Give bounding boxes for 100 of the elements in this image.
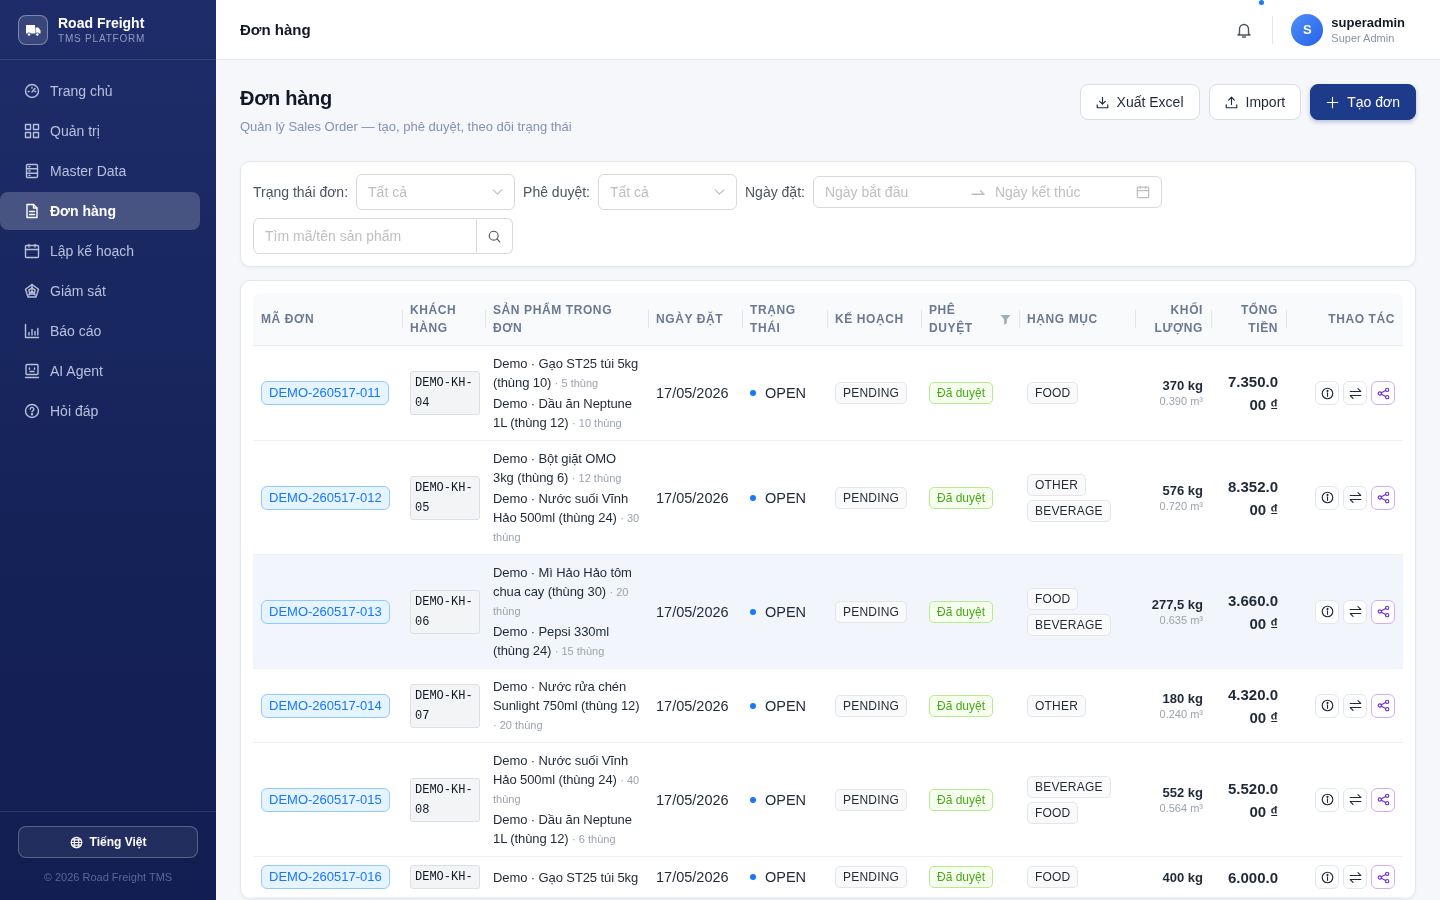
filter-label: Ngày đặt:: [745, 184, 805, 200]
customer-code: DEMO-KH-: [410, 865, 480, 889]
end-date-field[interactable]: Ngày kết thúc: [994, 184, 1136, 200]
approval-tag: Đã duyệt: [929, 866, 994, 888]
share-button[interactable]: [1371, 693, 1395, 718]
plan-tag: PENDING: [835, 866, 908, 888]
category-tag: BEVERAGE: [1027, 613, 1111, 636]
share-button[interactable]: [1371, 485, 1395, 510]
info-button[interactable]: [1315, 381, 1339, 405]
nav-item[interactable]: Giám sát: [0, 272, 200, 310]
search-button[interactable]: [477, 218, 513, 254]
column-header: PHÊ DUYỆT: [929, 301, 974, 337]
export-button[interactable]: Xuất Excel: [1079, 84, 1200, 120]
start-date-field[interactable]: Ngày bắt đầu: [824, 184, 959, 200]
weight-text: 370 kg: [1162, 377, 1203, 394]
swap-icon: [1348, 793, 1362, 806]
swap-icon: [1348, 699, 1362, 712]
server-icon: [24, 163, 40, 179]
volume-text: 0.564 m³: [1159, 800, 1203, 816]
user-avatar[interactable]: S: [1291, 13, 1324, 46]
upload-icon: [1224, 95, 1238, 109]
swap-button[interactable]: [1343, 485, 1367, 510]
order-id-tag[interactable]: DEMO-260517-011: [261, 381, 389, 405]
nav-item[interactable]: AI Agent: [0, 352, 200, 390]
calendar-icon: [1135, 185, 1150, 199]
column-header: KẾ HOẠCH: [835, 310, 904, 328]
info-button[interactable]: [1315, 865, 1339, 889]
weight-text: 277,5 kg: [1151, 595, 1203, 613]
total-amount: 7.350.000 ₫: [1226, 372, 1278, 415]
category-tag: OTHER: [1027, 694, 1086, 717]
swap-button[interactable]: [1343, 865, 1367, 889]
order-date: 17/05/2026: [656, 603, 729, 620]
status-dot-icon: [750, 390, 756, 396]
page-subtitle: Quản lý Sales Order — tạo, phê duyệt, theo dõi trạng thái: [240, 118, 572, 136]
share-button[interactable]: [1371, 787, 1395, 812]
order-id-tag[interactable]: DEMO-260517-016: [261, 865, 390, 889]
info-icon: [1320, 699, 1334, 712]
swap-icon: [1348, 605, 1362, 618]
nav-item[interactable]: Quản trị: [0, 112, 200, 150]
user-name: superadmin: [1331, 14, 1405, 31]
total-amount: 5.520.000 ₫: [1226, 778, 1278, 822]
product-line: Demo · Mì Hảo Hảo tôm chua cay (thùng 30) · 20 thùng: [493, 564, 633, 619]
order-id-tag[interactable]: DEMO-260517-015: [261, 787, 390, 812]
category-tag: BEVERAGE: [1027, 775, 1111, 798]
info-button[interactable]: [1315, 599, 1339, 624]
plan-tag: PENDING: [835, 382, 908, 404]
order-date: 17/05/2026: [656, 385, 729, 401]
create-button[interactable]: Tạo đơn: [1310, 84, 1416, 120]
nav-item[interactable]: Trang chủ: [0, 72, 200, 110]
share-button[interactable]: [1371, 865, 1395, 889]
share-button[interactable]: [1371, 381, 1395, 405]
nav-item[interactable]: Đơn hàng: [0, 192, 200, 230]
gauge-icon: [24, 83, 40, 99]
status-text: OPEN: [765, 791, 807, 808]
nav-item[interactable]: Hỏi đáp: [0, 392, 200, 430]
nav-item[interactable]: Lập kế hoạch: [0, 232, 200, 270]
import-button[interactable]: Import: [1208, 84, 1302, 120]
info-icon: [1320, 870, 1334, 884]
column-header: TRẠNG THÁI: [750, 302, 797, 337]
info-icon: [1320, 386, 1334, 400]
total-amount: 4.320.000 ₫: [1226, 684, 1278, 728]
plus-icon: [1326, 95, 1340, 109]
notification-icon[interactable]: [1236, 21, 1253, 38]
status-dot-icon: [750, 874, 756, 880]
share-button[interactable]: [1371, 599, 1395, 624]
bar-chart-icon: [24, 323, 40, 339]
share-icon: [1376, 491, 1390, 504]
order-id-tag[interactable]: DEMO-260517-012: [261, 485, 390, 510]
category-tag: FOOD: [1027, 587, 1079, 610]
weight-text: 400 kg: [1162, 868, 1203, 886]
swap-button[interactable]: [1343, 599, 1367, 624]
order-id-tag[interactable]: DEMO-260517-013: [261, 599, 390, 624]
info-button[interactable]: [1315, 693, 1339, 718]
info-button[interactable]: [1315, 787, 1339, 812]
search-field[interactable]: Tìm mã/tên sản phẩm: [253, 218, 477, 254]
nav-item[interactable]: Báo cáo: [0, 312, 200, 350]
swap-button[interactable]: [1343, 787, 1367, 812]
swap-button[interactable]: [1343, 693, 1367, 718]
plan-tag: PENDING: [835, 486, 908, 509]
swap-button[interactable]: [1343, 381, 1367, 405]
status-text: OPEN: [765, 869, 807, 885]
customer-code: DEMO-KH-07: [410, 683, 480, 728]
info-icon: [1320, 793, 1334, 806]
total-amount: 3.660.000 ₫: [1226, 590, 1278, 634]
volume-text: 0.390 m³: [1159, 394, 1203, 409]
product-line: Demo · Nước rửa chén Sunlight 750ml (thùng 12) · 20 thùng: [493, 678, 640, 733]
copyright-text: © 2026 Road Freight TMS: [43, 870, 173, 884]
share-icon: [1376, 605, 1390, 618]
grid-icon: [24, 123, 40, 139]
share-icon: [1376, 793, 1390, 806]
order-id-tag[interactable]: DEMO-260517-014: [261, 693, 390, 718]
customer-code: DEMO-KH-05: [410, 475, 480, 520]
language-button[interactable]: Tiếng Việt: [18, 826, 198, 858]
info-button[interactable]: [1315, 485, 1339, 510]
share-icon: [1376, 870, 1390, 884]
truck-icon: [18, 14, 48, 45]
swap-icon: [1348, 491, 1362, 504]
nav-item[interactable]: Master Data: [0, 152, 200, 190]
order-date: 17/05/2026: [656, 791, 729, 808]
customer-code: DEMO-KH-08: [410, 777, 480, 822]
